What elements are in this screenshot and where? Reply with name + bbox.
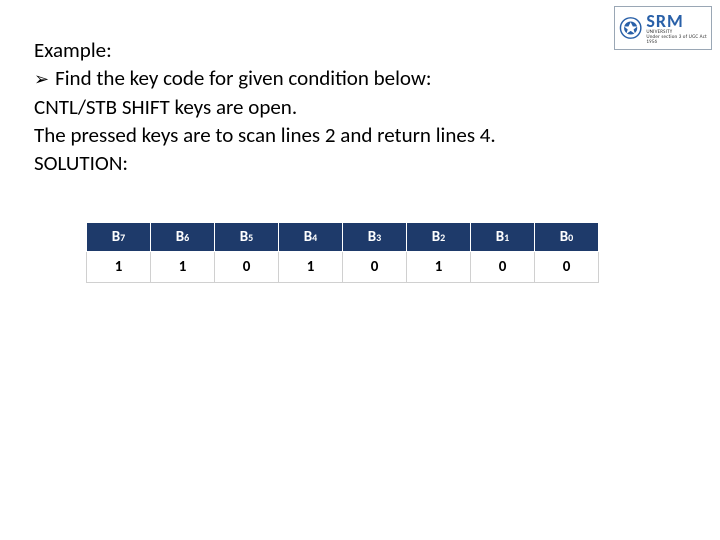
hdr-b4: B4 [279,223,343,252]
hdr-b5: B5 [215,223,279,252]
val-b1: 0 [471,252,535,283]
cntl-line: CNTL/STB SHIFT keys are open. [34,93,674,121]
example-heading: Example: [34,36,674,64]
hdr-b6: B6 [151,223,215,252]
val-b6: 1 [151,252,215,283]
hdr-b3: B3 [343,223,407,252]
bit-table: B7 B6 B5 B4 B3 B2 B1 B0 1 1 0 1 0 1 0 0 [86,222,599,283]
val-b0: 0 [535,252,599,283]
val-b5: 0 [215,252,279,283]
val-b7: 1 [87,252,151,283]
solution-heading: SOLUTION: [34,149,674,177]
val-b4: 1 [279,252,343,283]
find-text: Find the key code for given condition be… [55,65,431,91]
triangle-bullet-icon: ➢ [34,65,49,93]
logo-brand: SRM [646,12,707,30]
hdr-b0: B0 [535,223,599,252]
find-line: ➢Find the key code for given condition b… [34,64,674,93]
pressed-line: The pressed keys are to scan lines 2 and… [34,121,674,149]
val-b2: 1 [407,252,471,283]
hdr-b2: B2 [407,223,471,252]
content: Example: ➢Find the key code for given co… [34,36,674,177]
table-header-row: B7 B6 B5 B4 B3 B2 B1 B0 [87,223,599,252]
val-b3: 0 [343,252,407,283]
hdr-b7: B7 [87,223,151,252]
table-value-row: 1 1 0 1 0 1 0 0 [87,252,599,283]
hdr-b1: B1 [471,223,535,252]
